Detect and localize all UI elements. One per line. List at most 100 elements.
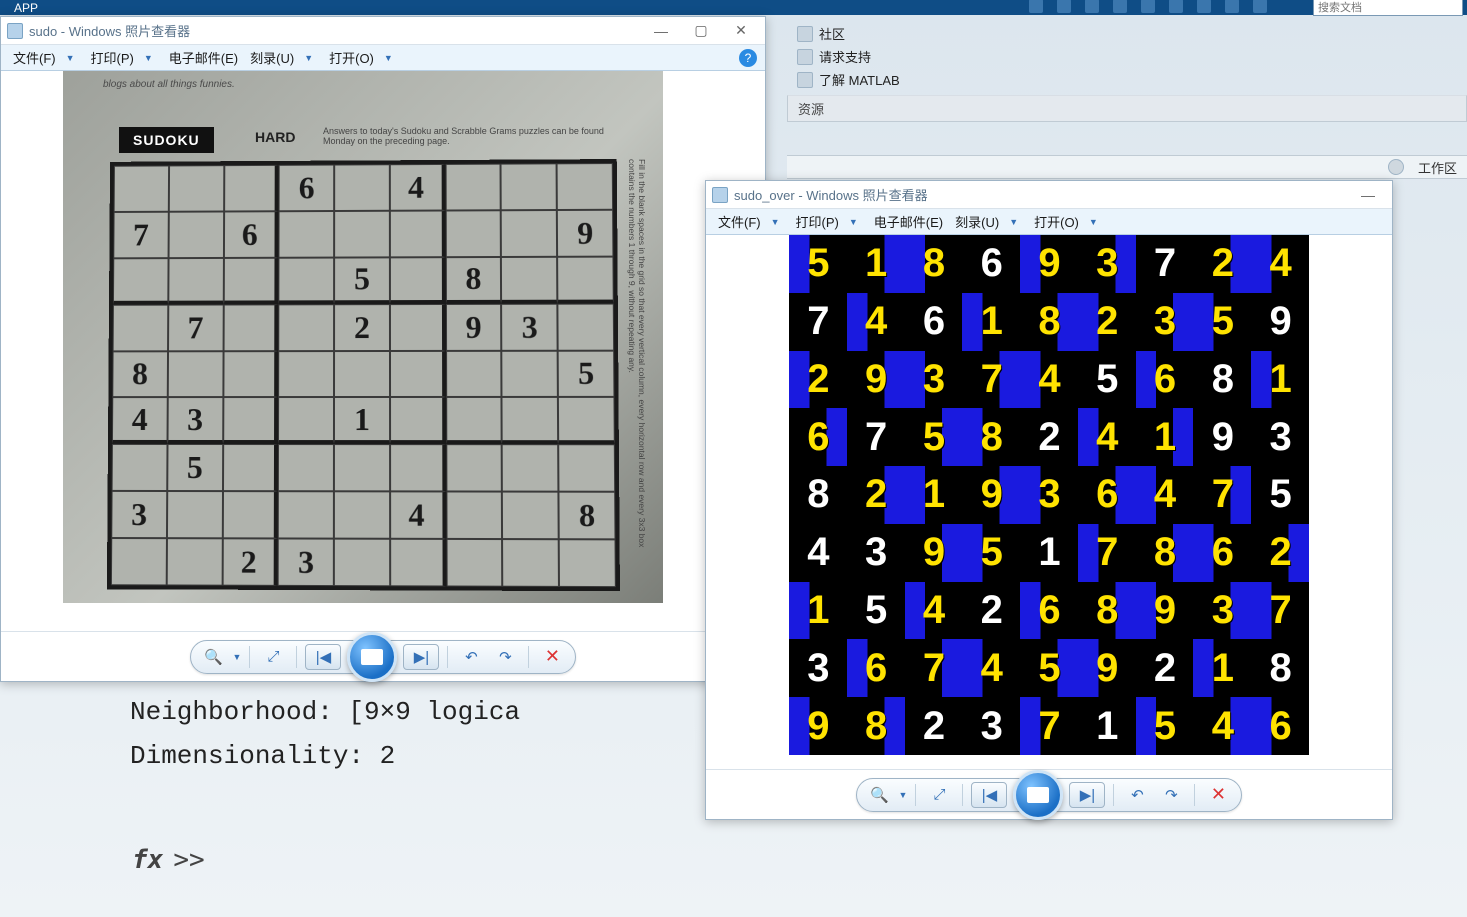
sudoku-cell bbox=[223, 351, 279, 398]
fit-button[interactable]: ⤢ bbox=[258, 644, 288, 670]
tray-icon[interactable] bbox=[1085, 0, 1099, 13]
link-label: 社区 bbox=[819, 24, 845, 43]
computed-digit: 5 bbox=[905, 408, 963, 466]
chevron-down-icon[interactable]: ▼ bbox=[302, 53, 321, 63]
menu-open[interactable]: 打开(O) bbox=[325, 46, 378, 69]
sudoku-cell: 1 bbox=[334, 397, 390, 444]
delete-button[interactable]: ✕ bbox=[537, 644, 567, 670]
minimize-button[interactable]: — bbox=[1350, 185, 1386, 205]
tray-icon[interactable] bbox=[1225, 0, 1239, 13]
chevron-down-icon[interactable]: ▼ bbox=[847, 217, 866, 227]
search-docs-input[interactable] bbox=[1313, 0, 1463, 16]
menu-print[interactable]: 打印(P) bbox=[792, 210, 843, 233]
prev-button[interactable]: |◀ bbox=[305, 644, 341, 670]
titlebar[interactable]: sudo - Windows 照片查看器 — ▢ ✕ bbox=[1, 17, 765, 45]
desktop: APP 社区 请求支持 了解 MATLAB 资源 工作区 sudo - Wind… bbox=[0, 0, 1467, 917]
sudoku-cell bbox=[114, 165, 169, 211]
close-button[interactable]: ✕ bbox=[723, 21, 759, 41]
sudoku-cell bbox=[446, 350, 502, 397]
delete-button[interactable]: ✕ bbox=[1203, 782, 1233, 808]
sudoku-cell bbox=[502, 350, 558, 397]
given-digit: 8 bbox=[789, 466, 847, 524]
matlab-link-learn[interactable]: 了解 MATLAB bbox=[787, 68, 1467, 91]
console-line: Neighborhood: [9×9 logica bbox=[130, 690, 710, 734]
app-tab[interactable]: APP bbox=[0, 0, 52, 15]
computed-digit: 4 bbox=[905, 582, 963, 640]
chevron-down-icon[interactable]: ▼ bbox=[64, 53, 83, 63]
sudoku-cell bbox=[334, 444, 390, 491]
chevron-down-icon[interactable]: ▼ bbox=[1007, 217, 1026, 227]
tray-icon[interactable] bbox=[1057, 0, 1071, 13]
computed-digit: 9 bbox=[1020, 235, 1078, 293]
given-digit: 6 bbox=[962, 235, 1020, 293]
menu-burn[interactable]: 刻录(U) bbox=[246, 46, 298, 69]
rotate-ccw-button[interactable]: ↶ bbox=[456, 644, 486, 670]
sudoku-cell bbox=[390, 257, 446, 304]
chevron-down-icon[interactable]: ▼ bbox=[769, 217, 788, 227]
chevron-down-icon[interactable]: ▼ bbox=[233, 652, 242, 662]
computed-digit: 9 bbox=[905, 524, 963, 582]
given-digit: 9 bbox=[1193, 408, 1251, 466]
tray-icon[interactable] bbox=[1029, 0, 1043, 13]
menu-file[interactable]: 文件(F) bbox=[714, 210, 765, 233]
menu-email[interactable]: 电子邮件(E) bbox=[165, 46, 242, 69]
chevron-down-icon[interactable]: ▼ bbox=[382, 53, 401, 63]
zoom-button[interactable]: 🔍 bbox=[865, 782, 895, 808]
prev-button[interactable]: |◀ bbox=[971, 782, 1007, 808]
matlab-link-support[interactable]: 请求支持 bbox=[787, 45, 1467, 68]
computed-digit: 1 bbox=[1251, 351, 1309, 409]
computed-digit: 8 bbox=[905, 235, 963, 293]
sudoku-cell bbox=[558, 445, 615, 492]
sudoku-instructions: Fill in the blank spaces in the grid so … bbox=[619, 159, 647, 559]
app-icon bbox=[712, 187, 728, 203]
sudoku-cell bbox=[113, 258, 168, 305]
sudoku-cell bbox=[168, 211, 223, 258]
chevron-down-icon[interactable]: ▼ bbox=[899, 790, 908, 800]
sudoku-cell: 4 bbox=[390, 492, 446, 539]
sudoku-cell bbox=[446, 397, 502, 444]
matlab-prompt[interactable]: fx >> bbox=[132, 845, 205, 875]
computed-digit: 1 bbox=[1136, 408, 1194, 466]
maximize-button[interactable]: ▢ bbox=[683, 21, 719, 41]
sudoku-cell bbox=[111, 538, 167, 585]
slideshow-button[interactable] bbox=[347, 632, 397, 682]
sudoku-cell bbox=[502, 539, 559, 587]
menu-open[interactable]: 打开(O) bbox=[1030, 210, 1083, 233]
rotate-cw-button[interactable]: ↷ bbox=[490, 644, 520, 670]
chevron-down-icon[interactable]: ▼ bbox=[142, 53, 161, 63]
tray-icon[interactable] bbox=[1253, 0, 1267, 13]
menu-burn[interactable]: 刻录(U) bbox=[951, 210, 1003, 233]
matlab-link-community[interactable]: 社区 bbox=[787, 22, 1467, 45]
console-line: Dimensionality: 2 bbox=[130, 734, 710, 778]
fx-icon[interactable]: fx bbox=[132, 845, 163, 875]
rotate-cw-button[interactable]: ↷ bbox=[1156, 782, 1186, 808]
minimize-button[interactable]: — bbox=[643, 21, 679, 41]
sudoku-cell bbox=[113, 304, 168, 351]
tray-icon[interactable] bbox=[1113, 0, 1127, 13]
fit-button[interactable]: ⤢ bbox=[924, 782, 954, 808]
tray-icon[interactable] bbox=[1141, 0, 1155, 13]
menu-file[interactable]: 文件(F) bbox=[9, 46, 60, 69]
sudoku-cell bbox=[223, 304, 279, 351]
chevron-down-icon[interactable]: ▼ bbox=[1087, 217, 1106, 227]
sudoku-cell bbox=[166, 538, 222, 585]
sudoku-cell bbox=[501, 257, 557, 304]
titlebar[interactable]: sudo_over - Windows 照片查看器 — bbox=[706, 181, 1392, 209]
tray-icon[interactable] bbox=[1169, 0, 1183, 13]
menu-email[interactable]: 电子邮件(E) bbox=[870, 210, 947, 233]
help-icon[interactable]: ? bbox=[739, 49, 757, 67]
sudoku-cell: 8 bbox=[112, 351, 168, 398]
zoom-button[interactable]: 🔍 bbox=[199, 644, 229, 670]
computed-digit: 2 bbox=[1193, 235, 1251, 293]
control-pill: 🔍 ▼ ⤢ |◀ ▶| ↶ ↷ ✕ bbox=[190, 640, 577, 674]
tray-icon[interactable] bbox=[1197, 0, 1211, 13]
menu-print[interactable]: 打印(P) bbox=[87, 46, 138, 69]
computed-digit: 1 bbox=[789, 582, 847, 640]
rotate-ccw-button[interactable]: ↶ bbox=[1122, 782, 1152, 808]
slideshow-button[interactable] bbox=[1013, 770, 1063, 820]
dropdown-icon[interactable] bbox=[1388, 159, 1404, 175]
sudoku-heading: SUDOKU bbox=[119, 127, 214, 153]
next-button[interactable]: ▶| bbox=[1069, 782, 1105, 808]
next-button[interactable]: ▶| bbox=[403, 644, 439, 670]
sudoku-cell: 4 bbox=[390, 164, 446, 211]
